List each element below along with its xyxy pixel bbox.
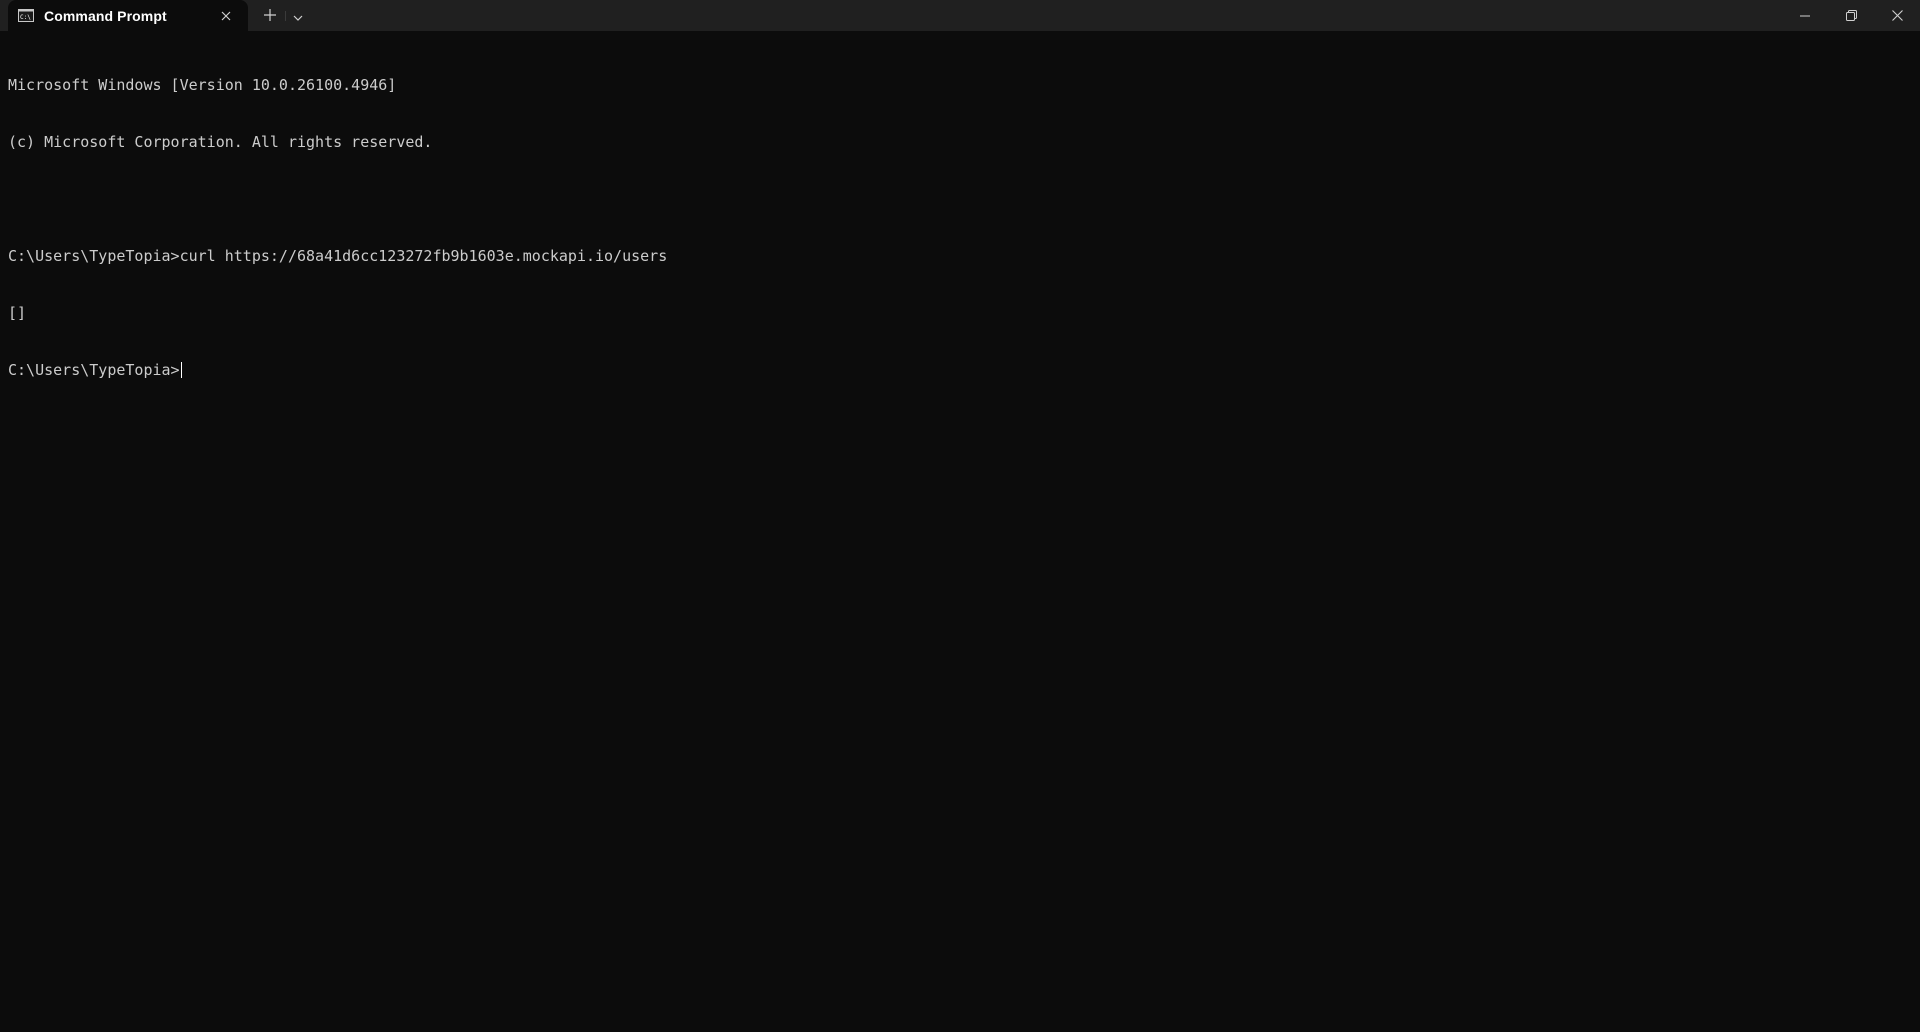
close-button[interactable]	[1874, 0, 1920, 31]
minimize-button[interactable]	[1782, 0, 1828, 31]
restore-icon	[1845, 6, 1857, 25]
close-icon	[1891, 6, 1903, 25]
tab-command-prompt[interactable]: C:\ Command Prompt	[8, 0, 248, 31]
plus-icon	[264, 6, 276, 25]
tab-close-icon[interactable]	[218, 8, 234, 24]
title-bar: C:\ Command Prompt	[0, 0, 1920, 31]
tab-title: Command Prompt	[44, 7, 167, 24]
prompt-text: C:\Users\TypeTopia>	[8, 361, 180, 379]
prompt-line[interactable]: C:\Users\TypeTopia>	[8, 361, 1908, 380]
window-controls	[1782, 0, 1920, 31]
svg-text:C:\: C:\	[20, 14, 31, 21]
cmd-icon: C:\	[18, 9, 34, 23]
tab-separator	[285, 10, 286, 21]
terminal-line: (c) Microsoft Corporation. All rights re…	[8, 133, 433, 151]
terminal-line: Microsoft Windows [Version 10.0.26100.49…	[8, 76, 397, 94]
new-tab-button[interactable]	[258, 0, 282, 31]
terminal-output[interactable]: Microsoft Windows [Version 10.0.26100.49…	[8, 38, 1908, 1024]
tab-dropdown-button[interactable]	[289, 0, 307, 31]
minimize-icon	[1800, 6, 1810, 25]
terminal-line: []	[8, 304, 27, 322]
chevron-down-icon	[293, 6, 303, 25]
terminal-line: C:\Users\TypeTopia>curl https://68a41d6c…	[8, 247, 668, 265]
text-cursor	[180, 362, 182, 378]
restore-button[interactable]	[1828, 0, 1874, 31]
